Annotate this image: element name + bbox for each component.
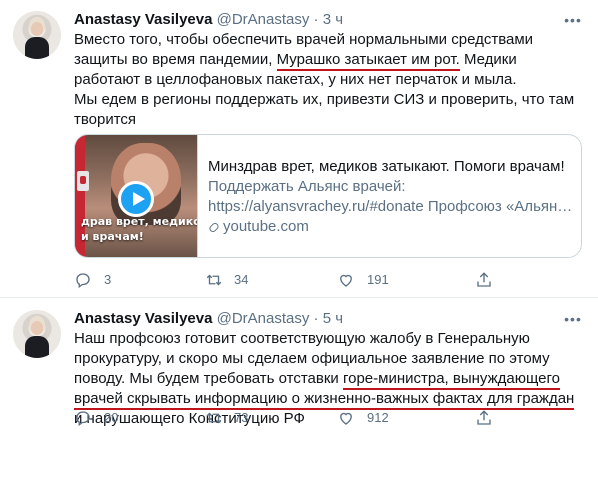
card-domain-text: youtube.com: [223, 218, 309, 235]
author-name[interactable]: Anastasy Vasilyeva: [74, 11, 212, 28]
tweet-time[interactable]: 3 ч: [323, 11, 343, 28]
author-name[interactable]: Anastasy Vasilyeva: [74, 310, 212, 327]
retweet-icon: [206, 274, 222, 286]
card-domain: youtube.com: [208, 217, 573, 237]
author-handle[interactable]: @DrAnastasy: [217, 11, 310, 28]
tweet-text-line: Мы едем в регионы поддержать их, привезт…: [74, 90, 574, 110]
tweet-actions: 20 73 912: [74, 408, 574, 428]
play-icon[interactable]: [118, 181, 154, 217]
thumbnail-logo: [77, 171, 89, 191]
thumbnail-caption-line: и врачам!: [81, 230, 144, 243]
card-description: https://alyansvrachey.ru/#donate Профсою…: [208, 198, 573, 215]
reply-count: 20: [104, 410, 119, 425]
tweet-header: Anastasy Vasilyeva @DrAnastasy · 5 ч: [74, 309, 343, 329]
like-count: 191: [367, 272, 389, 287]
reply-icon: [76, 411, 90, 427]
underlined-phrase: Мурашко затыкает им рот.: [276, 51, 460, 71]
tweet-text-line: творится: [74, 110, 574, 130]
tweet-text-line: прокуратуру, и скоро мы сделаем официаль…: [74, 349, 574, 369]
like-icon: [340, 274, 352, 287]
avatar[interactable]: [13, 11, 61, 59]
like-count: 912: [367, 410, 389, 425]
reply-count: 3: [104, 272, 112, 287]
text-segment: Мы едем в регионы поддержать их, привезт…: [74, 91, 575, 108]
text-segment: прокуратуру, и скоро мы сделаем официаль…: [74, 350, 550, 367]
avatar-body: [25, 37, 49, 59]
retweet-icon: [206, 412, 222, 424]
tweet-header: Anastasy Vasilyeva @DrAnastasy · 3 ч: [74, 10, 343, 30]
text-segment: Вместо того, чтобы обеспечить врачей нор…: [74, 31, 534, 48]
retweet-count: 73: [234, 410, 249, 425]
avatar[interactable]: [13, 310, 61, 358]
text-segment: защиты во время пандемии,: [74, 51, 277, 68]
card-title: Минздрав врет, медиков затыкают. Помоги …: [208, 158, 565, 175]
text-segment: Наш профсоюз готовит соответствующую жал…: [74, 330, 530, 347]
link-card[interactable]: драв врет, медиков заты и врачам! Минздр…: [74, 134, 582, 258]
tweet[interactable]: Anastasy Vasilyeva @DrAnastasy · 5 ч •••…: [0, 299, 598, 477]
text-segment: творится: [74, 111, 137, 128]
card-description: Поддержать Альянс врачей:: [208, 178, 406, 195]
tweet-text-line: Вместо того, чтобы обеспечить врачей нор…: [74, 30, 574, 50]
underlined-phrase: горе-министра, вынуждающего: [342, 370, 560, 390]
tweet-text-line: защиты во время пандемии, Мурашко затыка…: [74, 50, 574, 71]
card-body: Минздрав врет, медиков затыкают. Помоги …: [208, 157, 573, 237]
tweet-actions: 3 34 191: [74, 270, 574, 290]
separator-dot: ·: [313, 11, 319, 28]
tweet[interactable]: Anastasy Vasilyeva @DrAnastasy · 3 ч •••…: [0, 0, 598, 298]
tweet-text-line: поводу. Мы будем требовать отставки горе…: [74, 369, 574, 390]
more-icon[interactable]: •••: [562, 311, 584, 327]
author-handle[interactable]: @DrAnastasy: [217, 310, 310, 327]
share-icon: [477, 410, 491, 425]
separator-dot: ·: [313, 310, 319, 327]
retweet-count: 34: [234, 272, 249, 287]
more-icon[interactable]: •••: [562, 12, 584, 28]
underlined-phrase: врачей скрывать информацию о жизненно-ва…: [74, 390, 575, 410]
text-segment: поводу. Мы будем требовать отставки: [74, 370, 343, 387]
link-icon: [208, 220, 220, 232]
tweet-time[interactable]: 5 ч: [323, 310, 343, 327]
text-segment: Медики: [459, 51, 517, 68]
tweet-text-line: работают в целлофановых пакетах, у них н…: [74, 70, 574, 90]
tweet-text: Вместо того, чтобы обеспечить врачей нор…: [74, 30, 574, 130]
share-icon: [477, 272, 491, 287]
tweet-text-line: врачей скрывать информацию о жизненно-ва…: [74, 389, 575, 410]
tweet-text-line: Наш профсоюз готовит соответствующую жал…: [74, 329, 574, 349]
like-icon: [340, 412, 352, 425]
reply-icon: [76, 273, 90, 289]
avatar-face: [31, 321, 43, 335]
text-segment: работают в целлофановых пакетах, у них н…: [74, 71, 517, 88]
thumbnail-caption: драв врет, медиков заты и врачам!: [75, 214, 197, 254]
avatar-body: [25, 336, 49, 358]
video-thumbnail[interactable]: драв врет, медиков заты и врачам!: [75, 135, 198, 257]
avatar-face: [31, 22, 43, 36]
